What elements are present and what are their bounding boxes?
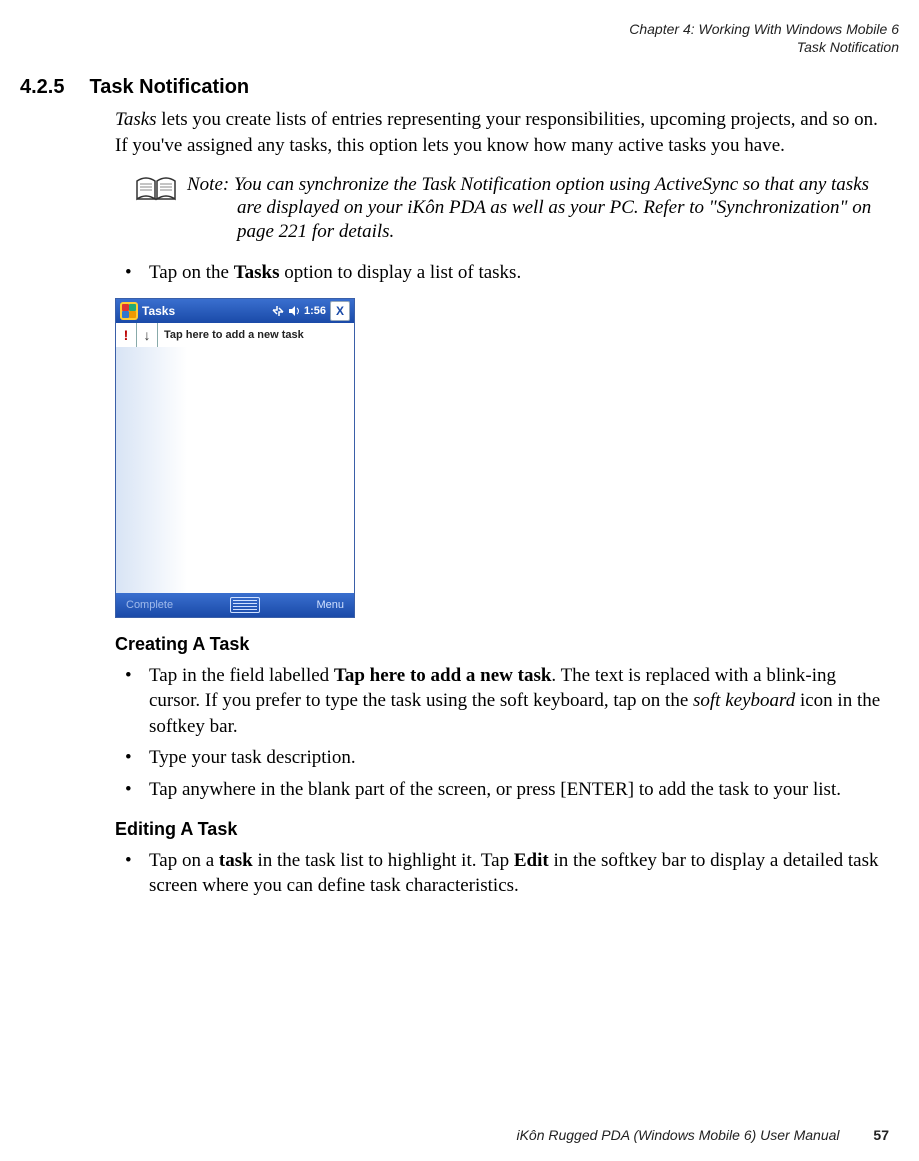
tasks-screenshot: Tasks 1:56 X ! ↓ Tap here to add a new t…	[115, 298, 355, 618]
sort-button[interactable]: ↓	[137, 323, 158, 347]
list-item: Tap anywhere in the blank part of the sc…	[115, 777, 889, 803]
b1-post: option to display a list of tasks.	[279, 262, 521, 283]
keyboard-icon[interactable]	[230, 597, 260, 613]
header-section: Task Notification	[20, 38, 899, 56]
list-item: Tap on the Tasks option to display a lis…	[115, 260, 889, 286]
section-heading: 4.2.5 Task Notification	[20, 76, 899, 99]
page-footer: iKôn Rugged PDA (Windows Mobile 6) User …	[516, 1127, 889, 1143]
creating-heading: Creating A Task	[115, 634, 889, 655]
note-text: Note: You can synchronize the Task Notif…	[187, 173, 889, 244]
add-task-field[interactable]: Tap here to add a new task	[158, 323, 354, 347]
note-line2: are displayed on your iKôn PDA as well a…	[187, 196, 889, 244]
body-column: Tasks lets you create lists of entries r…	[115, 107, 889, 899]
screenshot-list-area[interactable]	[116, 347, 354, 593]
status-area: 1:56	[272, 305, 326, 317]
instruction-list-1: Tap on the Tasks option to display a lis…	[115, 260, 889, 286]
b1-pre: Tap on the	[149, 262, 234, 283]
screenshot-toolbar: ! ↓ Tap here to add a new task	[116, 323, 354, 348]
tasks-term: Tasks	[115, 109, 157, 130]
screenshot-title: Tasks	[142, 304, 175, 318]
softkey-right[interactable]: Menu	[316, 599, 344, 611]
header-chapter: Chapter 4: Working With Windows Mobile 6	[20, 20, 899, 38]
running-header: Chapter 4: Working With Windows Mobile 6…	[20, 20, 899, 56]
clock-time: 1:56	[304, 305, 326, 317]
note-line1: You can synchronize the Task Notificatio…	[229, 174, 869, 195]
manual-title: iKôn Rugged PDA (Windows Mobile 6) User …	[516, 1127, 839, 1143]
page-number: 57	[873, 1127, 889, 1143]
section-number: 4.2.5	[20, 76, 64, 99]
creating-list: Tap in the field labelled Tap here to ad…	[115, 663, 889, 803]
list-item: Type your task description.	[115, 745, 889, 771]
volume-icon[interactable]	[288, 305, 300, 317]
note-block: Note: You can synchronize the Task Notif…	[135, 173, 889, 244]
close-button[interactable]: X	[330, 301, 350, 321]
note-prefix: Note:	[187, 174, 229, 195]
editing-list: Tap on a task in the task list to highli…	[115, 848, 889, 899]
b1-bold: Tasks	[234, 262, 280, 283]
softkey-left[interactable]: Complete	[126, 599, 173, 611]
book-icon	[135, 175, 177, 209]
document-page: { "header": { "chapter_line": "Chapter 4…	[0, 0, 919, 1161]
list-item: Tap on a task in the task list to highli…	[115, 848, 889, 899]
priority-filter-button[interactable]: !	[116, 323, 137, 347]
softkey-bar: Complete Menu	[116, 593, 354, 617]
editing-heading: Editing A Task	[115, 819, 889, 840]
intro-paragraph: Tasks lets you create lists of entries r…	[115, 107, 889, 158]
screenshot-titlebar: Tasks 1:56 X	[116, 299, 354, 323]
connectivity-icon[interactable]	[272, 305, 284, 317]
start-icon[interactable]	[120, 302, 138, 320]
intro-rest: lets you create lists of entries represe…	[115, 109, 878, 156]
list-item: Tap in the field labelled Tap here to ad…	[115, 663, 889, 740]
section-title: Task Notification	[89, 76, 249, 99]
